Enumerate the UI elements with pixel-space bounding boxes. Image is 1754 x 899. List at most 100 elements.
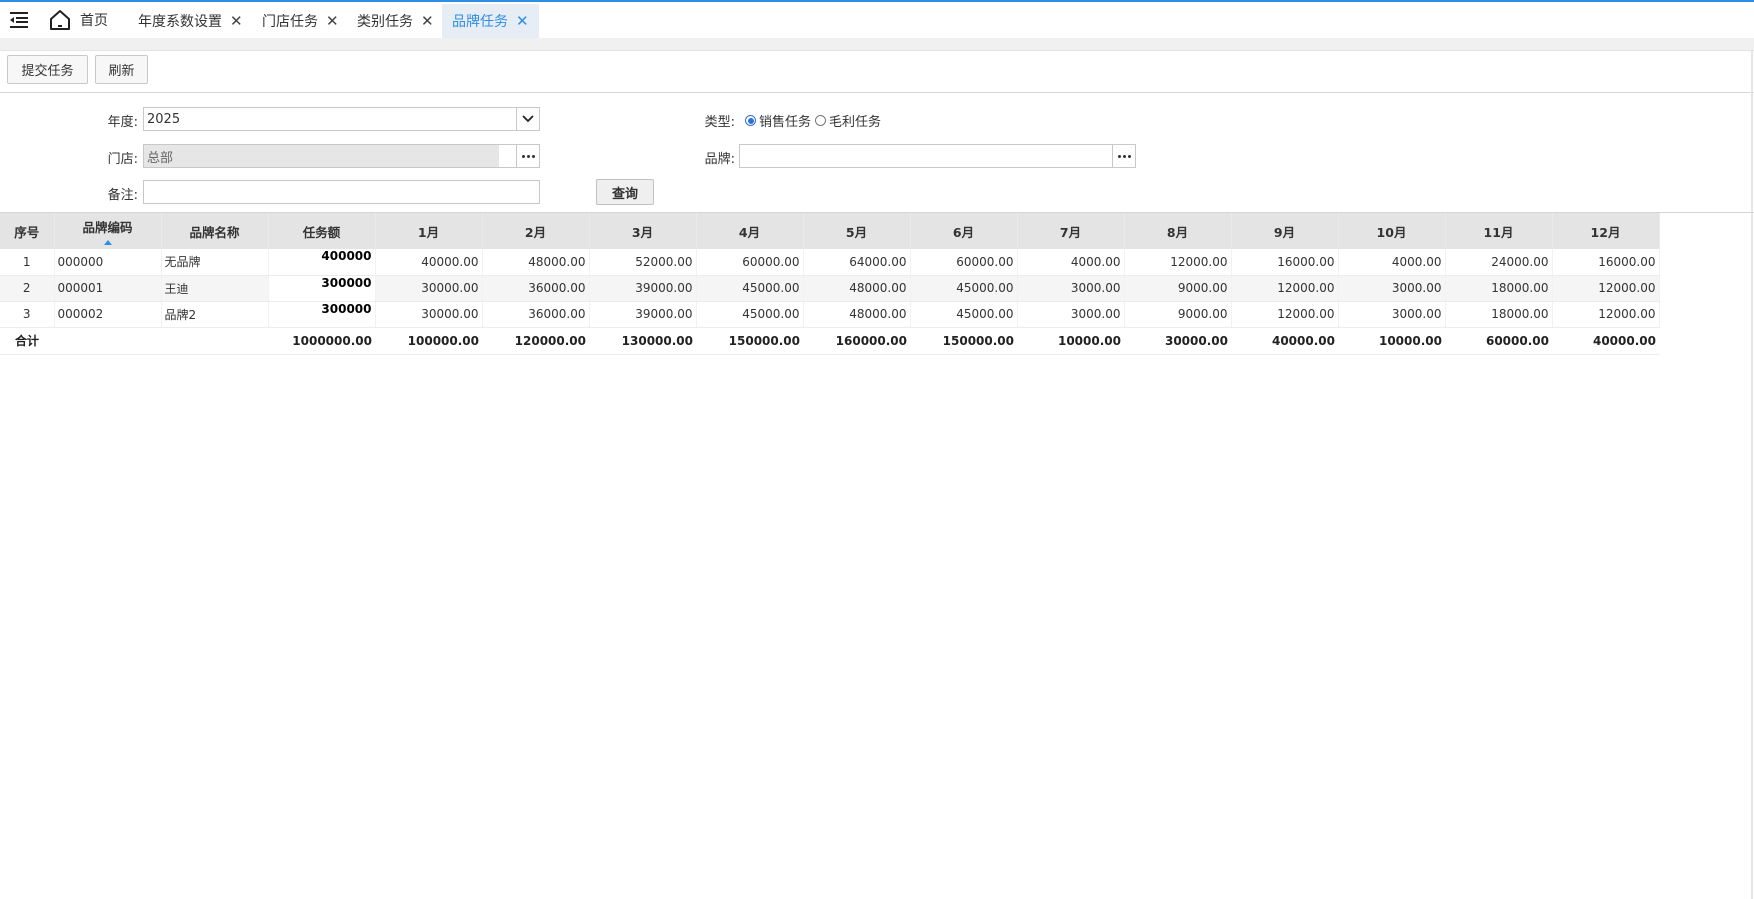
cell-month: 60000.00 — [910, 249, 1018, 276]
radio-label: 销售任务 — [759, 115, 812, 130]
cell-month: 45000.00 — [696, 301, 804, 328]
cell-task-amount[interactable]: 300000 — [268, 275, 376, 302]
cell-month: 39000.00 — [589, 301, 697, 328]
radio-gross-profit-task[interactable]: 毛利任务 — [815, 111, 881, 130]
cell-month: 12000.00 — [1124, 249, 1232, 276]
total-month: 120000.00 — [482, 327, 589, 355]
cell-month: 4000.00 — [1017, 249, 1125, 276]
table-total-row: 合计 1000000.00 100000.00 120000.00 130000… — [0, 327, 1659, 355]
toolbar: 提交任务 刷新 — [0, 50, 1754, 93]
refresh-button[interactable]: 刷新 — [95, 55, 148, 84]
table-row[interactable]: 1 000000 无品牌 400000 40000.00 48000.00 52… — [0, 249, 1660, 276]
total-month: 100000.00 — [375, 327, 482, 355]
close-icon[interactable]: ✕ — [516, 13, 529, 29]
close-icon[interactable]: ✕ — [326, 13, 339, 29]
brand-task-table: 序号 品牌编码 品牌名称 任务额 1月 2月 3月 4月 5月 6月 7月 8月… — [0, 213, 1660, 355]
cell-month: 18000.00 — [1445, 275, 1553, 302]
cell-month: 9000.00 — [1124, 301, 1232, 328]
year-dropdown-button[interactable] — [516, 107, 540, 131]
year-select[interactable]: 2025 — [143, 107, 517, 131]
more-icon — [521, 154, 535, 158]
cell-month: 3000.00 — [1017, 275, 1125, 302]
total-month: 10000.00 — [1338, 327, 1445, 355]
cell-month: 3000.00 — [1338, 301, 1446, 328]
column-header-month[interactable]: 10月 — [1338, 213, 1446, 249]
cell-month: 45000.00 — [910, 301, 1018, 328]
total-task-amount: 1000000.00 — [268, 327, 375, 355]
tab-brand-task[interactable]: 品牌任务 ✕ — [442, 4, 539, 38]
cell-month: 4000.00 — [1338, 249, 1446, 276]
close-icon[interactable]: ✕ — [230, 13, 243, 29]
tab-category-task[interactable]: 类别任务 ✕ — [347, 4, 444, 38]
home-icon — [50, 10, 70, 30]
cell-seq: 3 — [0, 301, 55, 328]
cell-month: 39000.00 — [589, 275, 697, 302]
column-header-month[interactable]: 3月 — [589, 213, 697, 249]
column-header-month[interactable]: 7月 — [1017, 213, 1125, 249]
cell-month: 18000.00 — [1445, 301, 1553, 328]
column-header-month[interactable]: 1月 — [375, 213, 483, 249]
cell-month: 9000.00 — [1124, 275, 1232, 302]
cell-month: 48000.00 — [482, 249, 590, 276]
column-header-month[interactable]: 8月 — [1124, 213, 1232, 249]
query-button[interactable]: 查询 — [596, 179, 654, 205]
column-header-month[interactable]: 5月 — [803, 213, 911, 249]
radio-checked-icon — [745, 115, 756, 126]
year-label: 年度: — [107, 115, 138, 130]
cell-month: 40000.00 — [375, 249, 483, 276]
menu-toggle-icon[interactable] — [8, 10, 30, 30]
column-header-month[interactable]: 9月 — [1231, 213, 1339, 249]
cell-month: 3000.00 — [1017, 301, 1125, 328]
column-header-month[interactable]: 11月 — [1445, 213, 1553, 249]
column-header-month[interactable]: 12月 — [1552, 213, 1660, 249]
table-header-row: 序号 品牌编码 品牌名称 任务额 1月 2月 3月 4月 5月 6月 7月 8月… — [0, 213, 1660, 249]
table-row[interactable]: 3 000002 品牌2 300000 30000.00 36000.00 39… — [0, 301, 1660, 328]
cell-brand-name: 王迪 — [161, 275, 269, 302]
cell-month: 12000.00 — [1552, 301, 1660, 328]
column-header-seq[interactable]: 序号 — [0, 213, 55, 249]
column-header-month[interactable]: 4月 — [696, 213, 804, 249]
remark-label: 备注: — [107, 188, 138, 203]
cell-brand-code: 000002 — [54, 301, 162, 328]
scrollbar-track[interactable] — [1751, 50, 1753, 899]
cell-seq: 2 — [0, 275, 55, 302]
type-label: 类型: — [704, 115, 735, 130]
cell-month: 30000.00 — [375, 275, 483, 302]
cell-task-amount[interactable]: 300000 — [268, 301, 376, 328]
remark-input[interactable] — [143, 180, 540, 204]
total-month: 150000.00 — [910, 327, 1017, 355]
cell-month: 52000.00 — [589, 249, 697, 276]
store-field: 总部 — [143, 144, 500, 168]
more-icon — [1117, 154, 1131, 158]
cell-month: 64000.00 — [803, 249, 911, 276]
tab-home[interactable]: 首页 — [48, 2, 108, 38]
column-header-month[interactable]: 6月 — [910, 213, 1018, 249]
store-label: 门店: — [107, 152, 138, 167]
cell-month: 3000.00 — [1338, 275, 1446, 302]
total-empty-cell — [161, 327, 268, 355]
column-header-month[interactable]: 2月 — [482, 213, 590, 249]
cell-month: 12000.00 — [1231, 301, 1339, 328]
brand-picker-button[interactable] — [1112, 144, 1136, 168]
close-icon[interactable]: ✕ — [421, 13, 434, 29]
column-header-task-amount[interactable]: 任务额 — [268, 213, 376, 249]
store-picker-button[interactable] — [516, 144, 540, 168]
cell-brand-name: 无品牌 — [161, 249, 269, 276]
radio-sales-task[interactable]: 销售任务 — [745, 111, 811, 130]
cell-month: 45000.00 — [696, 275, 804, 302]
cell-brand-code: 000001 — [54, 275, 162, 302]
submit-task-button[interactable]: 提交任务 — [7, 55, 88, 84]
total-month: 160000.00 — [803, 327, 910, 355]
column-header-brand-code[interactable]: 品牌编码 — [54, 213, 162, 249]
cell-month: 30000.00 — [375, 301, 483, 328]
tab-annual-coefficient[interactable]: 年度系数设置 ✕ — [128, 4, 253, 38]
column-header-brand-name[interactable]: 品牌名称 — [161, 213, 269, 249]
chevron-down-icon — [522, 115, 534, 123]
cell-month: 45000.00 — [910, 275, 1018, 302]
table-row[interactable]: 2 000001 王迪 300000 30000.00 36000.00 390… — [0, 275, 1660, 302]
brand-input[interactable] — [739, 144, 1113, 168]
cell-task-amount[interactable]: 400000 — [268, 249, 376, 276]
radio-unchecked-icon — [815, 115, 826, 126]
tab-store-task[interactable]: 门店任务 ✕ — [252, 4, 349, 38]
cell-month: 16000.00 — [1231, 249, 1339, 276]
